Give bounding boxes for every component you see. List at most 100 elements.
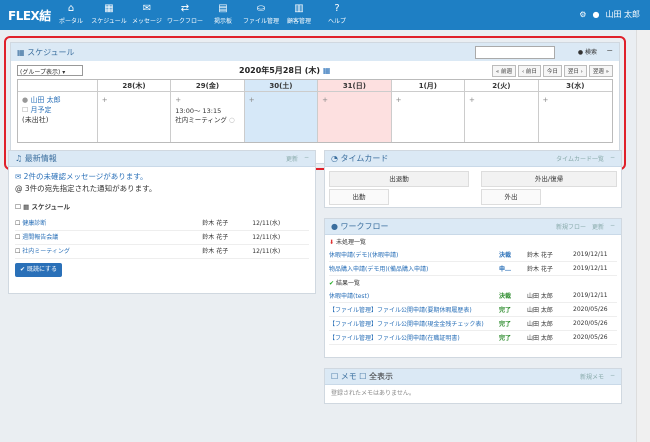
top-bar: FLEX結 ⌂ ポータル ▦ スケジュール ✉ メッセージ ⇄ ワークフロー ▤ 掲示板 … [0,0,650,30]
plus-icon[interactable]: + [175,96,181,104]
today-button[interactable]: 今日 [542,65,562,77]
out-button[interactable]: 外出 [481,189,541,205]
collapse-icon[interactable]: − [610,222,615,231]
nav-message[interactable]: ✉ メッセージ [128,2,166,28]
flow-title[interactable]: 休暇申請(デモ)(休暇申請) [329,250,499,259]
flow-date: 2020/05/26 [573,320,608,327]
plus-icon[interactable]: + [469,96,475,104]
day-header: 30(土) [244,80,319,92]
next-week-button[interactable]: 翌週 » [588,65,613,77]
attend-button[interactable]: 出勤 [329,189,389,205]
collapse-icon[interactable]: − [304,154,309,163]
day-cell[interactable]: + [465,92,539,142]
plus-icon[interactable]: + [396,96,402,104]
out-return-button[interactable]: 外出/復帰 [481,171,617,187]
flow-title[interactable]: 【ファイル管理】ファイル公開申請(現金金残チェック表) [329,319,499,328]
group-select[interactable]: (グループ表示) ▾ [17,65,83,76]
next-day-button[interactable]: 翌日 › [563,65,587,77]
clock-icon: ◔ [331,154,341,163]
plus-icon[interactable]: + [543,96,549,104]
show-all-label[interactable]: 全表示 [369,371,580,382]
month-plan-link[interactable]: 月予定 [31,106,52,114]
plus-icon[interactable]: + [322,96,328,104]
plus-icon[interactable]: + [102,96,108,104]
new-memo-button[interactable]: 新規メモ [580,372,604,381]
flow-date: 2020/05/26 [573,334,608,341]
day-cell[interactable]: + [318,92,392,142]
nav-board[interactable]: ▤ 掲示板 [204,2,242,28]
workflow-panel: ● ワークフロー 新規フロー 更新 − ⬇ 未処理一覧 休暇申請(デモ)(休暇申請) 決… [324,218,622,358]
flow-title[interactable]: 物品購入申請(デモ用)(備品購入申請) [329,264,499,273]
nav-help[interactable]: ? ヘルプ [318,2,356,28]
schedule-search-input[interactable] [475,46,555,59]
checkbox-icon[interactable]: ☐ [15,246,22,258]
flow-date: 2019/12/11 [573,265,608,272]
event-title: 社内ミーティング [175,116,227,124]
calendar-icon: ▦ [23,203,30,211]
clock-in-out-button[interactable]: 出退勤 [329,171,469,187]
checkbox-icon[interactable]: ☐ [22,106,28,114]
item-title[interactable]: 社内ミーティング [22,246,202,258]
info-title: 最新情報 [24,154,57,163]
prev-week-button[interactable]: « 前週 [491,65,516,77]
flow-title[interactable]: 【ファイル管理】ファイル公開申請(要期休暇履歴表) [329,305,499,314]
nav-portal[interactable]: ⌂ ポータル [52,2,90,28]
day-cell[interactable]: + [244,92,319,142]
nav-workflow[interactable]: ⇄ ワークフロー [166,2,204,28]
attendance-status: (未出社) [22,116,49,124]
item-title[interactable]: 週間報告会議 [22,232,202,244]
day-cell[interactable]: + [98,92,172,142]
mail-icon: ✉ [15,172,24,181]
day-cell[interactable]: + 13:00～ 13:15 社内ミーティング ○ [171,92,245,142]
timecard-title: タイムカード [340,154,389,163]
collapse-icon[interactable]: − [610,154,615,163]
new-flow-button[interactable]: 新規フロー [556,222,586,231]
calendar-icon: ▦ [104,3,114,14]
schedule-title: スケジュール [27,47,75,57]
checkbox-icon[interactable]: ☐ [359,372,366,381]
checkbox-icon[interactable]: ☐ [15,203,21,211]
nav-label: 掲示板 [213,18,232,25]
nav-label: ヘルプ [327,18,346,25]
refresh-button[interactable]: 更新 [592,222,604,231]
workflow-icon: ⇄ [180,3,190,14]
mail-icon: ✉ [142,3,152,14]
item-title[interactable]: 健康診断 [22,218,202,230]
user-menu[interactable]: ⚙ ● 山田 太郎 [579,9,640,20]
flow-title[interactable]: 休暇申請(test) [329,291,499,300]
checkbox-icon[interactable]: ☐ [15,232,22,244]
collapse-icon[interactable]: − [606,46,613,55]
memo-title: メモ [340,372,357,381]
day-cell[interactable]: + [539,92,612,142]
day-cell[interactable]: + [392,92,466,142]
schedule-grid: 28(木) 29(金) 30(土) 31(日) 1(月) 2(火) 3(水) ●… [17,79,613,143]
event-item[interactable]: 13:00～ 13:15 社内ミーティング ○ [175,107,234,125]
nav-label: ファイル管理 [242,18,279,25]
person-name[interactable]: 山田 太郎 [30,96,60,104]
nav-schedule[interactable]: ▦ スケジュール [90,2,128,28]
collapse-icon[interactable]: − [610,372,615,381]
nav-customers[interactable]: ▥ 顧客管理 [280,2,318,28]
refresh-button[interactable]: 更新 [286,154,298,163]
app-logo[interactable]: FLEX結 [8,7,51,24]
home-icon: ⌂ [67,3,75,14]
unread-messages-link[interactable]: ✉ 2件の未確認メッセージがあります。 [15,171,309,183]
mark-read-button[interactable]: ✔ 既読にする [15,263,62,277]
prev-day-button[interactable]: ‹ 前日 [517,65,541,77]
flow-title[interactable]: 【ファイル管理】ファイル公開申請(在職証明書) [329,333,499,342]
section-label: ☐ ▦ スケジュール [15,201,309,213]
done-label: 結果一覧 [335,280,360,287]
scrollbar[interactable] [636,30,650,442]
pending-section: ⬇ 未処理一覧 [329,237,617,248]
checkbox-icon[interactable]: ☐ [15,218,22,230]
search-button[interactable]: ● 検索 [578,47,597,56]
calendar-icon[interactable]: ▦ [323,66,331,75]
gear-icon[interactable]: ⚙ [579,10,586,19]
item-date: 12/11(水) [252,219,281,227]
plus-icon[interactable]: + [249,96,255,104]
nav-files[interactable]: ⛀ ファイル管理 [242,2,280,28]
memo-empty: 登録されたメモはありません。 [331,390,415,397]
list-item: ☐ 健康診断 鈴木 花子 12/11(水) [15,217,309,231]
timecard-list-link[interactable]: タイムカード一覧 [556,154,604,163]
info-panel: ♫ 最新情報 更新 − ✉ 2件の未確認メッセージがあります。 @ 3件の宛先指定さ… [8,150,316,294]
